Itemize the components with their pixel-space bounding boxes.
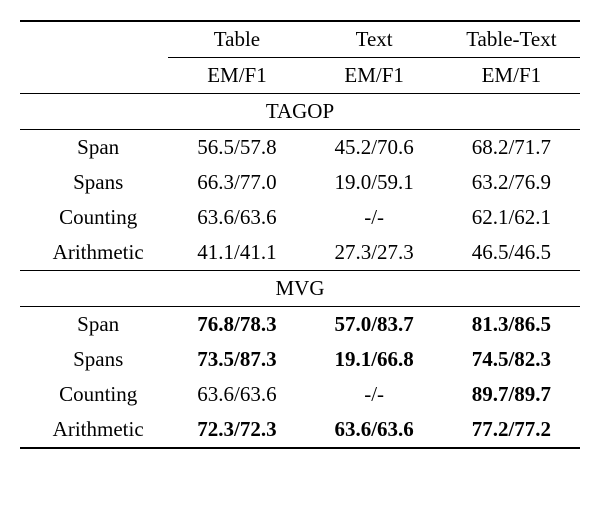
row-label: Arithmetic [20,412,168,448]
section-mvg: MVG [20,271,580,307]
cell: 72.3/72.3 [168,412,305,448]
subheader-table: EM/F1 [168,58,305,94]
cell: 63.6/63.6 [168,200,305,235]
cell: 76.8/78.3 [168,307,305,343]
header-text: Text [306,21,443,58]
header-table: Table [168,21,305,58]
cell: 45.2/70.6 [306,130,443,166]
subheader-text: EM/F1 [306,58,443,94]
cell: 77.2/77.2 [443,412,580,448]
cell: 63.2/76.9 [443,165,580,200]
cell: 57.0/83.7 [306,307,443,343]
row-label: Counting [20,200,168,235]
cell: 63.6/63.6 [306,412,443,448]
cell: 81.3/86.5 [443,307,580,343]
row-label: Spans [20,165,168,200]
header-table-text: Table-Text [443,21,580,58]
cell: 41.1/41.1 [168,235,305,271]
cell: 19.0/59.1 [306,165,443,200]
row-label: Span [20,130,168,166]
results-table: Table Text Table-Text EM/F1 EM/F1 EM/F1 … [20,20,580,449]
cell: 19.1/66.8 [306,342,443,377]
cell: 89.7/89.7 [443,377,580,412]
cell: -/- [306,200,443,235]
cell: -/- [306,377,443,412]
cell: 56.5/57.8 [168,130,305,166]
row-label: Spans [20,342,168,377]
row-label: Counting [20,377,168,412]
section-tagop: TAGOP [20,94,580,130]
cell: 63.6/63.6 [168,377,305,412]
cell: 27.3/27.3 [306,235,443,271]
row-label: Span [20,307,168,343]
cell: 74.5/82.3 [443,342,580,377]
header-empty [20,21,168,58]
row-label: Arithmetic [20,235,168,271]
subheader-empty [20,58,168,94]
subheader-table-text: EM/F1 [443,58,580,94]
cell: 68.2/71.7 [443,130,580,166]
cell: 73.5/87.3 [168,342,305,377]
cell: 46.5/46.5 [443,235,580,271]
cell: 66.3/77.0 [168,165,305,200]
cell: 62.1/62.1 [443,200,580,235]
